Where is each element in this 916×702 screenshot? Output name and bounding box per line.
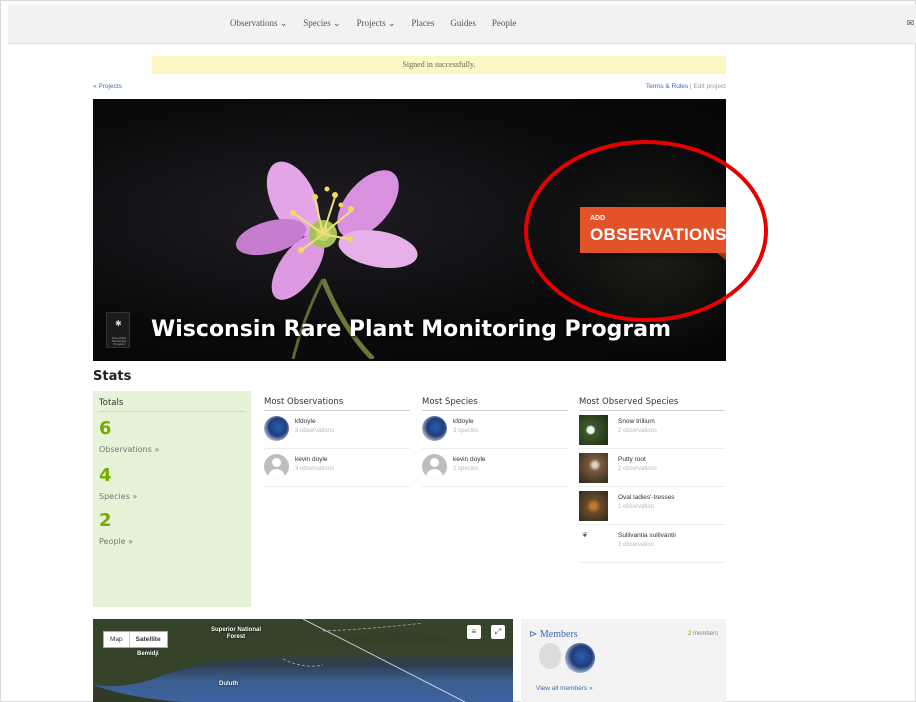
project-links: Terms & Rules | Edit project [646,83,726,90]
back-to-projects-link[interactable]: « Projects [93,83,122,90]
map-label-forest: Superior National Forest [211,627,262,640]
list-item[interactable]: Oval ladies'-tresses 1 observation [579,487,725,525]
most-observed-species-column: Most Observed Species Snow trillium 2 ob… [579,397,725,563]
species-count: 2 observations [618,428,658,434]
members-title: Members [539,629,578,640]
species-name[interactable]: Oval ladies'-tresses [618,494,675,501]
nav-projects[interactable]: Projects ⌄ [357,18,396,29]
project-title: Wisconsin Rare Plant Monitoring Program [151,317,671,342]
map-view-button[interactable]: Map [104,632,129,647]
fullscreen-icon[interactable]: ⤢ [491,625,505,639]
observations-label: OBSERVATIONS [590,225,726,244]
project-banner: ADD OBSERVATIONS ✱ Rare Plant Monitoring… [93,99,726,361]
totals-panel: Totals 6 Observations » 4 Species » 2 Pe… [93,391,251,607]
species-thumbnail [579,415,608,445]
totals-heading: Totals [99,398,245,412]
nav-species[interactable]: Species ⌄ [303,18,340,29]
avatar [422,416,447,441]
most-observations-column: Most Observations kfdoyle 3 observations… [264,397,410,487]
member-avatar[interactable] [539,643,561,669]
member-avatar[interactable] [565,643,595,673]
nav-observations[interactable]: Observations ⌄ [230,18,287,29]
members-count-number: 2 [687,631,692,637]
satellite-view-button[interactable]: Satellite [128,632,167,647]
map-label-duluth: Duluth [219,681,238,687]
observations-link[interactable]: Observations » [99,445,159,454]
user-name[interactable]: kfdoyle [295,418,316,425]
ribbon-tail [717,253,726,261]
species-count: 2 observations [618,466,658,472]
edit-project-link[interactable]: Edit project [693,83,726,90]
user-count: 3 species [453,428,479,434]
add-label: ADD [590,215,606,222]
map-type-toggle: Map Satellite [103,631,168,648]
toggle-icon: ⊳ [529,629,540,640]
list-item[interactable]: Snow trillium 2 observations [579,411,725,449]
members-panel: ⊳ Members 2 members View all members » [521,619,726,702]
flash-message: Signed in successfully. [152,56,726,74]
main-nav: Observations ⌄ Species ⌄ Projects ⌄ Plac… [230,18,516,29]
species-name[interactable]: Putty root [618,456,646,463]
species-thumbnail [579,453,608,483]
layers-icon[interactable]: ≡ [467,625,481,639]
list-item[interactable]: ❦ Sullivantia sullivantii 1 observation [579,525,725,563]
view-all-members-link[interactable]: View all members » [536,685,593,692]
user-name[interactable]: kevin doyle [453,456,486,463]
user-name[interactable]: kfdoyle [453,418,474,425]
members-heading[interactable]: ⊳ Members [529,629,578,640]
species-count: 4 [99,465,112,486]
members-count-label: members [692,631,718,637]
people-link[interactable]: People » [99,537,133,546]
nav-people[interactable]: People [492,18,517,29]
nav-places[interactable]: Places [411,18,434,29]
list-item[interactable]: kevin doyle 3 observations [264,449,410,487]
species-count: 1 observation [618,542,655,548]
nav-guides[interactable]: Guides [450,18,476,29]
members-count: 2 members [688,631,718,637]
species-count: 1 observation [618,504,655,510]
logo-text: Rare Plant Monitoring Program [111,336,127,346]
avatar [422,454,447,479]
user-count: 2 species [453,466,479,472]
people-count: 2 [99,510,112,531]
project-map[interactable]: Map Satellite ≡ ⤢ Superior National Fore… [93,619,513,702]
add-observations-button[interactable]: ADD OBSERVATIONS [580,207,726,261]
terms-rules-link[interactable]: Terms & Rules [646,83,688,90]
most-observed-species-heading: Most Observed Species [579,397,725,411]
mail-icon[interactable]: ✉ [906,18,914,29]
species-name[interactable]: Sullivantia sullivantii [618,532,676,539]
most-species-heading: Most Species [422,397,568,411]
list-item[interactable]: kfdoyle 3 observations [264,411,410,449]
species-name[interactable]: Snow trillium [618,418,655,425]
avatar [264,454,289,479]
stats-heading: Stats [93,369,132,384]
project-logo: ✱ Rare Plant Monitoring Program [106,312,130,348]
list-item[interactable]: kevin doyle 2 species [422,449,568,487]
plant-icon: ❦ [582,532,588,539]
avatar [264,416,289,441]
map-label-bemidji: Bemidji [137,651,159,657]
user-name[interactable]: kevin doyle [295,456,328,463]
user-count: 3 observations [295,428,335,434]
observations-count: 6 [99,418,112,439]
logo-flower-icon: ✱ [115,319,122,328]
list-item[interactable]: kfdoyle 3 species [422,411,568,449]
link-separator: | [689,83,692,90]
species-thumbnail [579,491,608,521]
most-species-column: Most Species kfdoyle 3 species kevin doy… [422,397,568,487]
top-navigation-bar: Observations ⌄ Species ⌄ Projects ⌄ Plac… [8,4,916,44]
species-link[interactable]: Species » [99,492,137,501]
most-observations-heading: Most Observations [264,397,410,411]
user-count: 3 observations [295,466,335,472]
list-item[interactable]: Putty root 2 observations [579,449,725,487]
